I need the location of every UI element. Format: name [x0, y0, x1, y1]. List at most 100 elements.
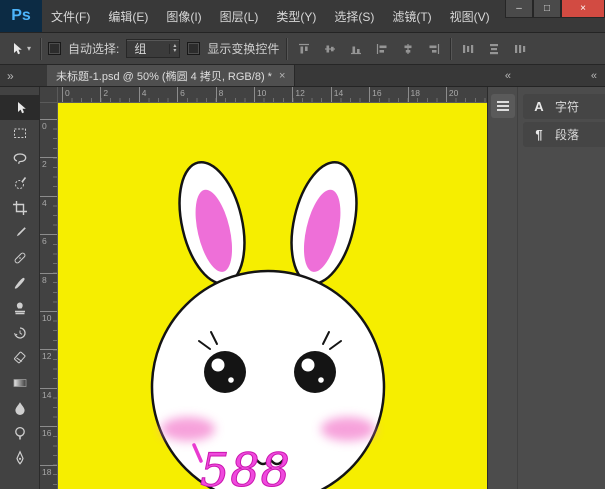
move-tool-icon: [8, 41, 24, 57]
align-top-edges-button[interactable]: [294, 39, 313, 58]
menu-item[interactable]: 选择(S): [325, 8, 383, 25]
align-horizontal-centers-button[interactable]: [398, 39, 417, 58]
dodge-icon: [12, 425, 28, 441]
brush-tool[interactable]: [0, 270, 39, 295]
collapsed-icon-dock: [488, 87, 518, 489]
collapsed-label-dock: A 字符 ¶ 段落: [518, 87, 605, 489]
lasso-tool[interactable]: [0, 145, 39, 170]
ruler-mark: 12: [40, 349, 57, 387]
photoshop-window: Ps 文件(F)编辑(E)图像(I)图层(L)类型(Y)选择(S)滤镜(T)视图…: [0, 0, 605, 489]
align-left-edges-button[interactable]: [372, 39, 391, 58]
tool-preset-picker[interactable]: ▾: [6, 41, 33, 57]
menu-items: 文件(F)编辑(E)图像(I)图层(L)类型(Y)选择(S)滤镜(T)视图(V): [42, 8, 499, 25]
move-tool[interactable]: [0, 95, 39, 120]
quick-selection-tool[interactable]: [0, 170, 39, 195]
panel-label: 段落: [555, 126, 579, 143]
align-vertical-centers-button[interactable]: [320, 39, 339, 58]
history-brush-tool[interactable]: [0, 320, 39, 345]
maximize-button[interactable]: □: [533, 0, 561, 18]
ruler-mark: 8: [40, 273, 57, 311]
distribute-hcenter-icon: [487, 42, 501, 56]
dock-collapse-button[interactable]: «: [591, 70, 597, 82]
collapsed-panel-button[interactable]: [491, 94, 515, 118]
distribute-left-icon: [461, 42, 475, 56]
ruler-mark: 14: [331, 87, 369, 102]
spot-healing-brush-tool[interactable]: [0, 245, 39, 270]
brush-icon: [12, 275, 28, 291]
close-button[interactable]: ×: [561, 0, 605, 18]
align-left-icon: [375, 42, 389, 56]
distribute-right-icon: [513, 42, 527, 56]
horizontal-ruler[interactable]: 02468101214161820: [58, 87, 487, 103]
toolbar-collapse-button[interactable]: »: [7, 69, 14, 83]
dock-collapse-button[interactable]: «: [505, 70, 511, 82]
chevron-down-icon: ▾: [27, 44, 31, 53]
ruler-origin-corner[interactable]: [40, 87, 58, 103]
ruler-mark: 6: [177, 87, 215, 102]
ruler-mark: 2: [100, 87, 138, 102]
menu-item[interactable]: 图像(I): [157, 8, 210, 25]
distribute-right-edges-button[interactable]: [510, 39, 529, 58]
menu-item[interactable]: 滤镜(T): [383, 8, 440, 25]
align-hcenter-icon: [401, 42, 415, 56]
ruler-mark: 0: [62, 87, 100, 102]
clone-stamp-icon: [12, 300, 28, 316]
ruler-mark: 16: [40, 426, 57, 464]
align-bottom-edges-button[interactable]: [346, 39, 365, 58]
ruler-mark: 14: [40, 388, 57, 426]
menu-item[interactable]: 编辑(E): [99, 8, 157, 25]
blur-tool[interactable]: [0, 395, 39, 420]
crop-tool[interactable]: [0, 195, 39, 220]
ruler-mark: 4: [139, 87, 177, 102]
panel-dock: A 字符 ¶ 段落: [487, 87, 605, 489]
distribute-left-edges-button[interactable]: [458, 39, 477, 58]
eyedropper-icon: [12, 225, 28, 241]
eraser-icon: [12, 350, 28, 366]
spinner-arrows-icon: ▴▾: [169, 44, 176, 54]
align-right-edges-button[interactable]: [424, 39, 443, 58]
panel-button[interactable]: A 字符: [523, 94, 605, 119]
show-transform-checkbox[interactable]: [187, 42, 200, 55]
auto-select-checkbox[interactable]: [48, 42, 61, 55]
document-tab-title: 未标题-1.psd @ 50% (椭圆 4 拷贝, RGB/8) *: [56, 68, 272, 84]
align-vcenter-icon: [323, 42, 337, 56]
document-tab[interactable]: 未标题-1.psd @ 50% (椭圆 4 拷贝, RGB/8) * ×: [47, 65, 295, 86]
ruler-mark: 10: [40, 311, 57, 349]
vertical-ruler[interactable]: 024681012141618: [40, 103, 58, 489]
clone-stamp-tool[interactable]: [0, 295, 39, 320]
menu-item[interactable]: 文件(F): [42, 8, 99, 25]
panel-button[interactable]: ¶ 段落: [523, 122, 605, 147]
ruler-mark: 20: [446, 87, 484, 102]
menu-item[interactable]: 类型(Y): [267, 8, 325, 25]
separator: [450, 38, 451, 60]
menu-item[interactable]: 图层(L): [211, 8, 268, 25]
marquee-icon: [12, 125, 28, 141]
gradient-tool[interactable]: [0, 370, 39, 395]
eyedropper-tool[interactable]: [0, 220, 39, 245]
align-top-icon: [297, 42, 311, 56]
canvas[interactable]: 588: [58, 103, 487, 489]
ruler-mark: 12: [292, 87, 330, 102]
menu-bar: Ps 文件(F)编辑(E)图像(I)图层(L)类型(Y)选择(S)滤镜(T)视图…: [0, 0, 605, 33]
ruler-mark: 18: [408, 87, 446, 102]
menu-item[interactable]: 视图(V): [441, 8, 499, 25]
ruler-mark: 6: [40, 234, 57, 272]
minimize-button[interactable]: –: [505, 0, 533, 18]
move-icon: [12, 100, 28, 116]
tab-bar-spacer: [295, 65, 487, 86]
sticker-number: 588: [200, 443, 291, 489]
pen-tool[interactable]: [0, 445, 39, 470]
main-area: 02468101214161820 024681012141618: [0, 87, 605, 489]
document-tab-bar: » 未标题-1.psd @ 50% (椭圆 4 拷贝, RGB/8) * × «…: [0, 65, 605, 87]
auto-select-label: 自动选择:: [68, 40, 119, 57]
tool-options-bar: ▾ 自动选择: 组 ▴▾ 显示变换控件: [0, 33, 605, 65]
tab-close-icon[interactable]: ×: [279, 70, 285, 82]
quick-selection-icon: [12, 175, 28, 191]
lasso-icon: [12, 150, 28, 166]
align-right-icon: [427, 42, 441, 56]
eraser-tool[interactable]: [0, 345, 39, 370]
auto-select-dropdown[interactable]: 组 ▴▾: [126, 39, 180, 58]
rectangular-marquee-tool[interactable]: [0, 120, 39, 145]
dodge-tool[interactable]: [0, 420, 39, 445]
distribute-horizontal-centers-button[interactable]: [484, 39, 503, 58]
